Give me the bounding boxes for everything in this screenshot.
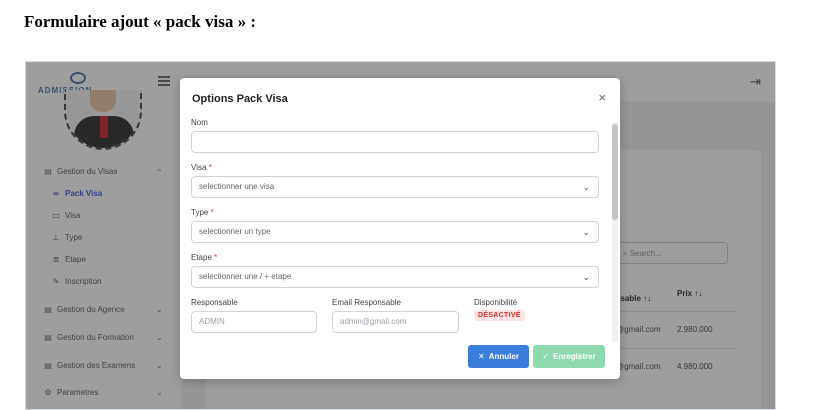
type-select[interactable]: selectionner un type ⌄ [191, 221, 599, 243]
type-label-text: Type [191, 208, 209, 217]
save-button[interactable]: ✓ Enregistrer [533, 345, 605, 368]
etape-label: Etape * [191, 253, 217, 262]
modal-title: Options Pack Visa [192, 93, 288, 105]
cancel-button[interactable]: ✕ Annuler [468, 345, 529, 368]
responsable-label: Responsable [191, 298, 238, 307]
email-responsable-label: Email Responsable [332, 298, 401, 307]
document-heading: Formulaire ajout « pack visa » : [24, 12, 257, 31]
check-icon: ✓ [542, 352, 549, 361]
required-mark: * [208, 163, 212, 172]
save-button-label: Enregistrer [553, 352, 596, 361]
cancel-button-label: Annuler [488, 352, 519, 361]
etape-select[interactable]: selectionner une / + etape ⌄ [191, 266, 599, 288]
required-mark: * [214, 253, 218, 262]
email-responsable-field: admin@gmail.com [332, 311, 459, 333]
chevron-down-icon: ⌄ [582, 227, 590, 237]
etape-label-text: Etape [191, 253, 212, 262]
disponibilite-label: Disponibilité [474, 298, 518, 307]
visa-label: Visa * [191, 163, 212, 172]
required-mark: * [210, 208, 214, 217]
responsable-field: ADMIN [191, 311, 317, 333]
visa-select[interactable]: selectionner une visa ⌄ [191, 176, 599, 198]
etape-select-placeholder: selectionner une / + etape [199, 272, 292, 281]
close-icon: ✕ [478, 352, 485, 361]
visa-label-text: Visa [191, 163, 207, 172]
nom-input[interactable] [191, 131, 599, 153]
close-icon[interactable]: × [598, 90, 606, 105]
chevron-down-icon: ⌄ [582, 272, 590, 282]
visa-select-placeholder: selectionner une visa [199, 182, 275, 191]
status-badge[interactable]: DÉSACTIVÉ [474, 310, 525, 321]
type-label: Type * [191, 208, 214, 217]
pack-visa-modal: Options Pack Visa × Nom Visa * selection… [180, 78, 620, 379]
nom-label: Nom [191, 118, 208, 127]
type-select-placeholder: selectionner un type [199, 227, 271, 236]
chevron-down-icon: ⌄ [582, 182, 590, 192]
scrollbar-thumb[interactable] [612, 124, 618, 220]
